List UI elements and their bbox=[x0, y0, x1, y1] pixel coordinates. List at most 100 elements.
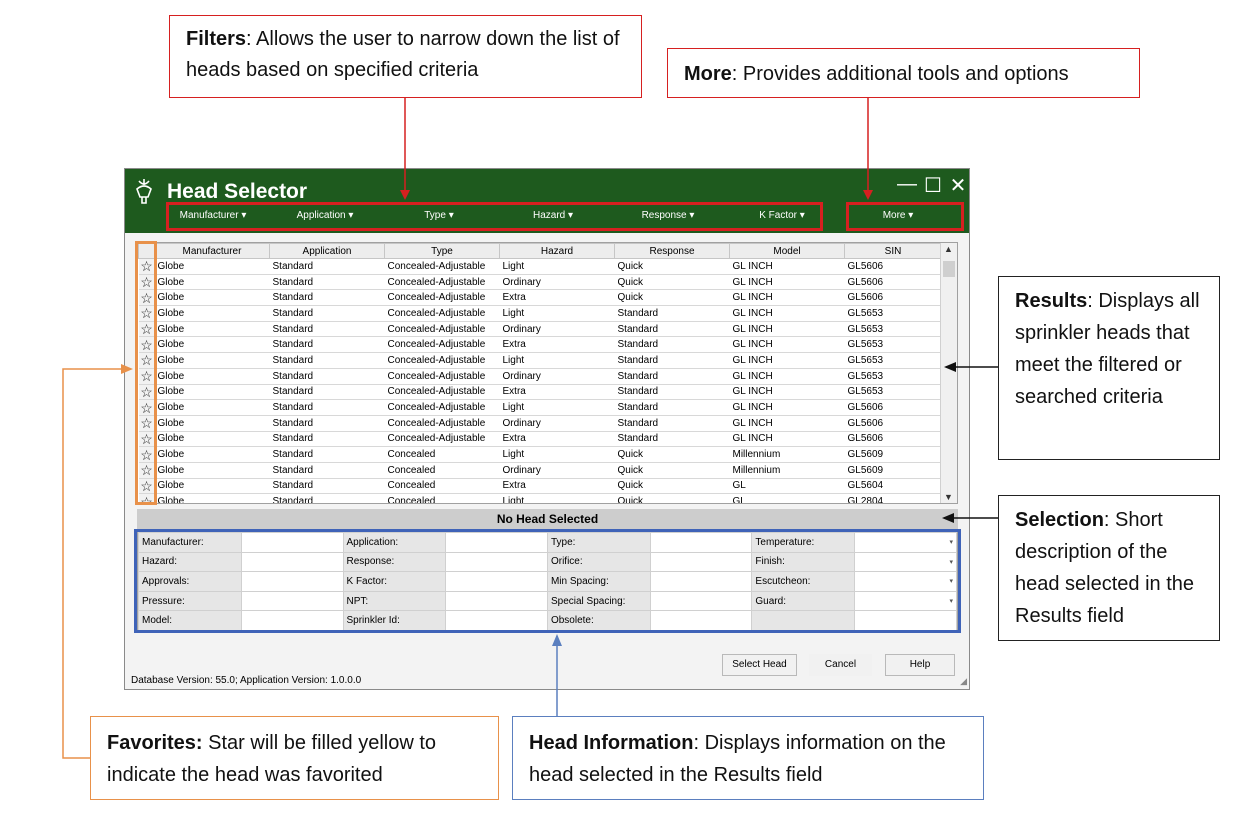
column-header-response[interactable]: Response bbox=[614, 243, 730, 259]
table-row[interactable]: ☆ Globe Standard Concealed-Adjustable Light S… bbox=[138, 399, 942, 416]
callout-favorites: Favorites: Star will be filled yellow to… bbox=[90, 716, 499, 800]
cell-hazard: Light bbox=[499, 446, 615, 463]
resize-grip-icon[interactable]: ◢ bbox=[960, 676, 967, 687]
cell-manufacturer: Globe bbox=[154, 446, 270, 463]
cell-model: GL INCH bbox=[729, 274, 845, 291]
maximize-icon[interactable]: ☐ bbox=[921, 173, 945, 197]
more-highlight-box bbox=[846, 202, 964, 231]
cell-model: Millennium bbox=[729, 462, 845, 479]
cell-type: Concealed-Adjustable bbox=[384, 274, 500, 291]
favorites-highlight-box bbox=[135, 241, 157, 505]
cell-model: GL bbox=[729, 493, 845, 503]
cell-response: Standard bbox=[614, 321, 730, 338]
cell-application: Standard bbox=[269, 321, 385, 338]
minimize-icon[interactable]: — bbox=[895, 173, 919, 197]
help-button[interactable]: Help bbox=[885, 654, 955, 676]
table-row[interactable]: ☆ Globe Standard Concealed-Adjustable Extra S… bbox=[138, 336, 942, 354]
cell-hazard: Light bbox=[499, 305, 615, 322]
cell-model: GL INCH bbox=[729, 384, 845, 401]
cell-manufacturer: Globe bbox=[154, 384, 270, 401]
cell-response: Standard bbox=[614, 415, 730, 432]
cell-application: Standard bbox=[269, 305, 385, 322]
cell-hazard: Extra bbox=[499, 431, 615, 448]
table-row[interactable]: ☆ Globe Standard Concealed-Adjustable Light S… bbox=[138, 352, 942, 369]
cell-hazard: Ordinary bbox=[499, 274, 615, 291]
table-row[interactable]: ☆ Globe Standard Concealed Light Quick GL GL280… bbox=[138, 493, 942, 503]
cell-model: Millennium bbox=[729, 446, 845, 463]
column-header-manufacturer[interactable]: Manufacturer bbox=[154, 243, 270, 259]
callout-head-information-title: Head Information bbox=[529, 732, 694, 754]
cell-response: Quick bbox=[614, 289, 730, 307]
cell-manufacturer: Globe bbox=[154, 336, 270, 354]
table-row[interactable]: ☆ Globe Standard Concealed-Adjustable Ordina… bbox=[138, 321, 942, 338]
sprinkler-logo-icon bbox=[133, 177, 155, 205]
cell-sin: GL5606 bbox=[844, 258, 942, 275]
cell-type: Concealed-Adjustable bbox=[384, 258, 500, 275]
callout-selection-title: Selection bbox=[1015, 509, 1104, 531]
cell-response: Quick bbox=[614, 493, 730, 503]
cancel-button[interactable]: Cancel bbox=[809, 654, 872, 676]
table-row[interactable]: ☆ Globe Standard Concealed-Adjustable Extra S… bbox=[138, 384, 942, 401]
cell-manufacturer: Globe bbox=[154, 305, 270, 322]
results-scrollbar[interactable]: ▲ ▼ bbox=[940, 243, 957, 503]
column-header-hazard[interactable]: Hazard bbox=[499, 243, 615, 259]
callout-filters-title: Filters bbox=[186, 28, 247, 50]
select-head-button[interactable]: Select Head bbox=[722, 654, 797, 676]
cell-sin: GL5606 bbox=[844, 431, 942, 448]
cell-hazard: Extra bbox=[499, 289, 615, 307]
cell-application: Standard bbox=[269, 274, 385, 291]
cell-type: Concealed-Adjustable bbox=[384, 305, 500, 322]
table-row[interactable]: ☆ Globe Standard Concealed-Adjustable Extra S… bbox=[138, 431, 942, 448]
callout-results-title: Results bbox=[1015, 290, 1088, 312]
cell-type: Concealed-Adjustable bbox=[384, 368, 500, 385]
callout-more: More: Provides additional tools and opti… bbox=[667, 48, 1140, 98]
column-header-type[interactable]: Type bbox=[384, 243, 500, 259]
cell-sin: GL5606 bbox=[844, 289, 942, 307]
cell-sin: GL5653 bbox=[844, 305, 942, 322]
close-icon[interactable]: ✕ bbox=[946, 173, 970, 197]
cell-application: Standard bbox=[269, 415, 385, 432]
cell-response: Quick bbox=[614, 462, 730, 479]
column-header-application[interactable]: Application bbox=[269, 243, 385, 259]
table-row[interactable]: ☆ Globe Standard Concealed-Adjustable Light Q… bbox=[138, 258, 942, 275]
table-row[interactable]: ☆ Globe Standard Concealed Extra Quick GL GL560… bbox=[138, 478, 942, 495]
table-row[interactable]: ☆ Globe Standard Concealed Light Quick Millenn… bbox=[138, 446, 942, 463]
cell-application: Standard bbox=[269, 446, 385, 463]
cell-sin: GL5653 bbox=[844, 336, 942, 354]
cell-model: GL INCH bbox=[729, 399, 845, 416]
cell-application: Standard bbox=[269, 431, 385, 448]
scroll-down-icon[interactable]: ▼ bbox=[944, 492, 953, 502]
scroll-up-icon[interactable]: ▲ bbox=[944, 244, 953, 254]
cell-model: GL INCH bbox=[729, 321, 845, 338]
table-row[interactable]: ☆ Globe Standard Concealed-Adjustable Ordina… bbox=[138, 415, 942, 432]
cell-response: Standard bbox=[614, 368, 730, 385]
cell-manufacturer: Globe bbox=[154, 415, 270, 432]
cell-response: Standard bbox=[614, 305, 730, 322]
cell-sin: GL5606 bbox=[844, 415, 942, 432]
cell-model: GL INCH bbox=[729, 258, 845, 275]
column-header-sin[interactable]: SIN bbox=[844, 243, 942, 259]
cell-hazard: Ordinary bbox=[499, 462, 615, 479]
cell-manufacturer: Globe bbox=[154, 399, 270, 416]
cell-hazard: Extra bbox=[499, 384, 615, 401]
cell-hazard: Extra bbox=[499, 336, 615, 354]
table-row[interactable]: ☆ Globe Standard Concealed-Adjustable Ordina… bbox=[138, 368, 942, 385]
cell-type: Concealed-Adjustable bbox=[384, 384, 500, 401]
cell-application: Standard bbox=[269, 399, 385, 416]
scrollbar-thumb[interactable] bbox=[943, 261, 955, 277]
cell-application: Standard bbox=[269, 478, 385, 495]
table-row[interactable]: ☆ Globe Standard Concealed-Adjustable Extra Q… bbox=[138, 289, 942, 307]
cell-application: Standard bbox=[269, 462, 385, 479]
cell-hazard: Ordinary bbox=[499, 321, 615, 338]
table-row[interactable]: ☆ Globe Standard Concealed-Adjustable Light S… bbox=[138, 305, 942, 322]
table-row[interactable]: ☆ Globe Standard Concealed-Adjustable Ordina… bbox=[138, 274, 942, 291]
cell-sin: GL5653 bbox=[844, 384, 942, 401]
filters-highlight-box bbox=[166, 202, 823, 231]
cell-model: GL INCH bbox=[729, 368, 845, 385]
results-header-row: Manufacturer Application Type Hazard Res… bbox=[138, 243, 942, 259]
table-row[interactable]: ☆ Globe Standard Concealed Ordinary Quick Mill… bbox=[138, 462, 942, 479]
cell-sin: GL5606 bbox=[844, 274, 942, 291]
cell-type: Concealed-Adjustable bbox=[384, 399, 500, 416]
callout-more-text: : Provides additional tools and options bbox=[731, 63, 1069, 85]
column-header-model[interactable]: Model bbox=[729, 243, 845, 259]
